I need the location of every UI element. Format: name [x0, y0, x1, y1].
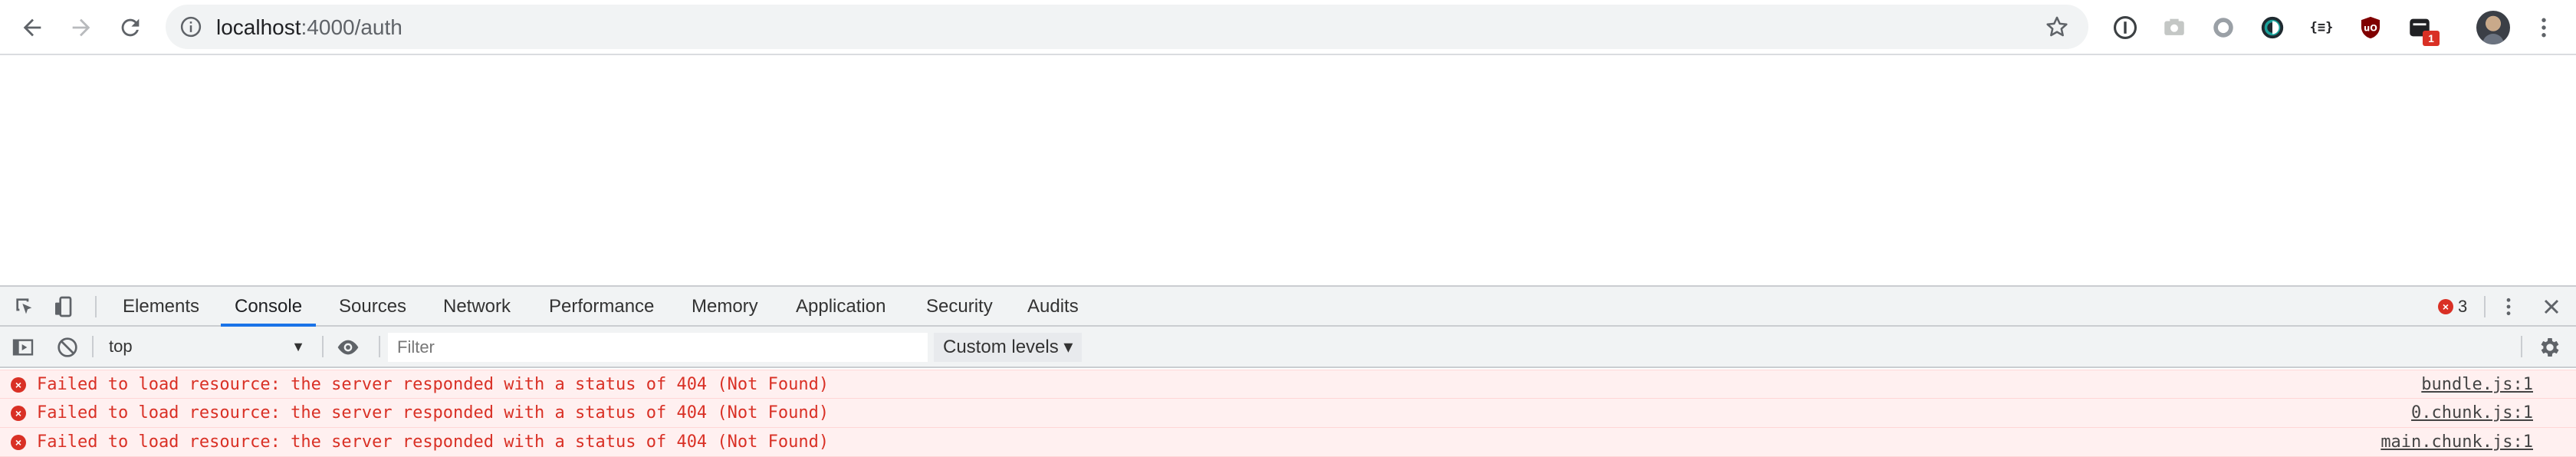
profile-avatar[interactable]	[2476, 11, 2510, 44]
reload-icon	[121, 18, 140, 37]
arrow-right-icon	[72, 18, 90, 37]
darkreader-glyph-icon	[2261, 16, 2284, 39]
onepassword-icon[interactable]	[2108, 11, 2142, 44]
browser-toolbar: localhost:4000/auth {≡} uO 1	[0, 0, 2576, 55]
tab-separator	[2484, 296, 2486, 317]
info-icon[interactable]	[179, 15, 202, 38]
console-error-row: × Failed to load resource: the server re…	[0, 399, 2576, 428]
log-levels-dropdown[interactable]: Custom levels ▾	[934, 333, 1083, 362]
screenshot-glyph-icon	[2164, 18, 2184, 35]
context-value: top	[109, 337, 133, 356]
toolbar-separator	[92, 336, 94, 357]
error-message: Failed to load resource: the server resp…	[37, 403, 830, 422]
settings-gear-icon[interactable]	[2538, 335, 2562, 360]
error-counter[interactable]: × 3	[2438, 296, 2467, 317]
source-link[interactable]: main.chunk.js:1	[2380, 428, 2533, 457]
json-viewer-text: {≡}	[2309, 20, 2334, 35]
onepassword-glyph-icon	[2113, 15, 2137, 40]
tab-separator	[95, 296, 97, 317]
error-message: Failed to load resource: the server resp…	[37, 375, 830, 394]
url-host: localhost	[216, 15, 301, 39]
sidebar-toggle-icon[interactable]	[11, 335, 35, 360]
toolbar-separator	[379, 336, 380, 357]
console-messages: × Failed to load resource: the server re…	[0, 370, 2576, 457]
back-button[interactable]	[14, 9, 51, 46]
screenshot-ext-icon[interactable]	[2157, 11, 2191, 44]
console-toolbar: top ▼ Custom levels ▾	[0, 327, 2576, 368]
address-bar[interactable]: localhost:4000/auth	[166, 5, 2088, 49]
device-toolbar-icon[interactable]	[52, 294, 77, 319]
tab-console[interactable]: Console	[221, 287, 317, 327]
arrow-left-icon	[23, 18, 41, 37]
tab-performance[interactable]: Performance	[535, 287, 668, 327]
tab-security[interactable]: Security	[912, 287, 1007, 327]
url-text: localhost:4000/auth	[216, 15, 402, 40]
toolbar-separator	[322, 336, 324, 357]
tab-sources[interactable]: Sources	[325, 287, 420, 327]
clear-console-icon[interactable]	[55, 335, 80, 360]
svg-text:uO: uO	[2364, 22, 2377, 33]
circle-ext-icon[interactable]	[2206, 11, 2240, 44]
error-x-icon: ×	[2438, 299, 2453, 314]
tab-memory[interactable]: Memory	[678, 287, 772, 327]
tab-elements[interactable]: Elements	[109, 287, 213, 327]
error-icon: ×	[11, 377, 26, 393]
console-error-row: × Failed to load resource: the server re…	[0, 370, 2576, 399]
page-content	[0, 55, 2576, 285]
darkreader-icon[interactable]	[2256, 11, 2289, 44]
tab-audits[interactable]: Audits	[1014, 287, 1092, 327]
json-viewer-icon[interactable]: {≡}	[2305, 11, 2338, 44]
tab-application[interactable]: Application	[782, 287, 899, 327]
error-icon: ×	[11, 435, 26, 450]
source-link[interactable]: bundle.js:1	[2421, 370, 2533, 399]
tab-network[interactable]: Network	[429, 287, 524, 327]
ublock-shield-icon: uO	[2361, 16, 2380, 39]
console-error-row: × Failed to load resource: the server re…	[0, 428, 2576, 457]
ublock-icon[interactable]: uO	[2354, 11, 2387, 44]
error-count: 3	[2458, 297, 2468, 316]
ext-badge: 1	[2423, 31, 2440, 46]
devtools-panel: Elements Console Sources Network Perform…	[0, 285, 2576, 457]
filter-input[interactable]	[388, 333, 928, 362]
devtools-menu-icon[interactable]	[2496, 294, 2521, 319]
devtools-ext-icon[interactable]: 1	[2403, 11, 2440, 46]
reload-button[interactable]	[112, 9, 149, 46]
inspect-element-icon[interactable]	[12, 294, 37, 319]
forward-button[interactable]	[63, 9, 100, 46]
eye-icon[interactable]	[336, 335, 360, 360]
error-message: Failed to load resource: the server resp…	[37, 432, 830, 452]
dropdown-caret-icon: ▼	[291, 339, 305, 354]
circle-glyph-icon	[2213, 18, 2233, 38]
url-path: :4000/auth	[301, 15, 402, 39]
toolbar-separator	[2521, 336, 2522, 357]
browser-menu-icon[interactable]	[2530, 11, 2558, 44]
source-link[interactable]: 0.chunk.js:1	[2411, 399, 2533, 428]
error-icon: ×	[11, 406, 26, 421]
context-selector[interactable]: top ▼	[100, 333, 314, 360]
devtools-tab-bar: Elements Console Sources Network Perform…	[0, 285, 2576, 327]
close-icon[interactable]	[2539, 294, 2564, 319]
bookmark-star-icon[interactable]	[2044, 14, 2070, 40]
